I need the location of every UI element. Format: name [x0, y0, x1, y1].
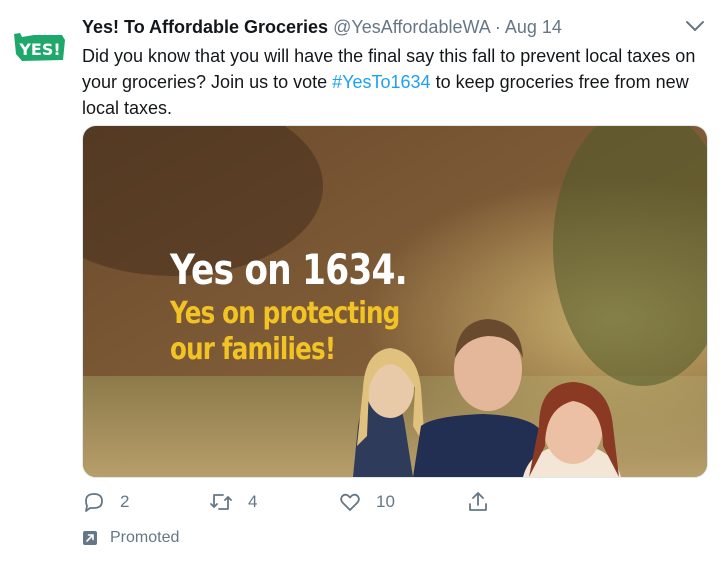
media-subline-2: our families! — [170, 332, 336, 367]
retweet-icon — [210, 494, 232, 510]
tweet-date[interactable]: Aug 14 — [505, 17, 562, 37]
reply-button[interactable]: 2 — [82, 488, 129, 516]
retweet-count: 4 — [248, 492, 258, 511]
tweet-media-image[interactable]: Yes on 1634. Yes on protecting our famil… — [82, 125, 708, 478]
tweet-header: Yes! To Affordable Groceries @YesAfforda… — [82, 15, 660, 39]
author-handle[interactable]: @YesAffordableWA — [333, 17, 490, 37]
retweet-button[interactable]: 4 — [208, 488, 257, 516]
media-text-overlay: Yes on 1634. Yes on protecting our famil… — [170, 244, 459, 368]
share-icon — [469, 492, 487, 511]
share-button[interactable] — [466, 488, 504, 516]
tweet-actions: 2 4 10 — [82, 488, 502, 516]
reply-count: 2 — [120, 492, 130, 511]
tweet-card[interactable]: YES! Yes! To Affordable Groceries @YesAf… — [0, 0, 720, 567]
hashtag-link[interactable]: #YesTo1634 — [332, 72, 430, 92]
promoted-icon — [83, 531, 97, 545]
promoted-label: Promoted — [110, 529, 180, 546]
media-headline: Yes on 1634. — [170, 245, 408, 294]
media-subline-1: Yes on protecting — [170, 296, 400, 331]
avatar[interactable]: YES! — [12, 30, 68, 66]
separator-dot: · — [494, 17, 501, 37]
chevron-down-icon[interactable] — [684, 18, 706, 34]
heart-icon — [340, 493, 360, 511]
avatar-logo-text: YES! — [18, 40, 60, 59]
author-name[interactable]: Yes! To Affordable Groceries — [82, 17, 328, 37]
like-count: 10 — [376, 492, 395, 511]
tweet-text: Did you know that you will have the fina… — [82, 43, 707, 121]
like-button[interactable]: 10 — [338, 488, 395, 516]
reply-icon — [85, 493, 103, 512]
promoted-indicator[interactable]: Promoted — [82, 527, 179, 549]
